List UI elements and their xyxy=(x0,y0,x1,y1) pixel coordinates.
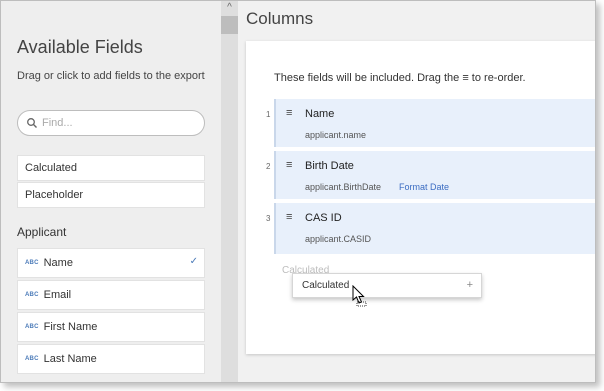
field-item-label: First Name xyxy=(43,321,98,333)
text-type-icon: ABC xyxy=(25,292,39,298)
dragged-field-label: Calculated xyxy=(302,280,350,291)
field-item-first-name[interactable]: ABC First Name xyxy=(17,312,205,342)
field-item-calculated[interactable]: Calculated xyxy=(17,155,205,181)
column-path: applicant.BirthDate xyxy=(305,182,382,192)
field-item-label: Last Name xyxy=(43,353,97,365)
check-icon: ✓ xyxy=(189,256,198,267)
field-item-label: Name xyxy=(43,257,73,269)
available-fields-panel: Available Fields Drag or click to add fi… xyxy=(1,1,221,382)
move-cursor-icon xyxy=(352,285,367,307)
column-path: applicant.CASID xyxy=(305,234,372,244)
column-number: 3 xyxy=(266,214,271,223)
available-fields-subtitle: Drag or click to add fields to the expor… xyxy=(17,70,205,82)
scrollbar-thumb[interactable] xyxy=(221,16,238,34)
chevron-up-icon[interactable]: ^ xyxy=(224,3,235,13)
column-number: 2 xyxy=(266,162,271,171)
column-path: applicant.name xyxy=(305,130,367,140)
column-row-name[interactable]: ≡ Name applicant.name xyxy=(274,99,595,147)
field-item-label: Email xyxy=(43,289,72,301)
drag-handle-icon[interactable]: ≡ xyxy=(286,108,296,119)
field-item-label: Placeholder xyxy=(25,189,84,201)
column-row-cas-id[interactable]: ≡ CAS ID applicant.CASID xyxy=(274,203,595,254)
export-builder-window: Available Fields Drag or click to add fi… xyxy=(0,0,596,383)
column-number: 1 xyxy=(266,110,271,119)
column-row-birth-date[interactable]: ≡ Birth Date applicant.BirthDate Format … xyxy=(274,151,595,199)
drag-handle-icon[interactable]: ≡ xyxy=(286,212,296,223)
field-item-name[interactable]: ABC Name ✓ xyxy=(17,248,205,278)
search-icon xyxy=(27,118,37,128)
dragged-field-chip[interactable]: Calculated + xyxy=(292,273,482,298)
left-panel-scrollbar[interactable]: ^ xyxy=(221,1,238,382)
text-type-icon: ABC xyxy=(25,324,39,330)
drag-handle-icon[interactable]: ≡ xyxy=(286,160,296,171)
search-input[interactable] xyxy=(42,115,192,131)
columns-title: Columns xyxy=(246,9,314,28)
text-type-icon: ABC xyxy=(25,356,39,362)
find-field-search[interactable] xyxy=(17,110,205,136)
field-item-label: Calculated xyxy=(25,162,77,174)
field-item-email[interactable]: ABC Email xyxy=(17,280,205,310)
field-item-last-name[interactable]: ABC Last Name xyxy=(17,344,205,374)
text-type-icon: ABC xyxy=(25,260,39,266)
available-fields-title: Available Fields xyxy=(17,37,143,57)
column-name: Birth Date xyxy=(305,160,354,172)
field-item-placeholder[interactable]: Placeholder xyxy=(17,182,205,208)
column-name: CAS ID xyxy=(305,212,342,224)
applicant-section-title: Applicant xyxy=(17,225,67,239)
columns-hint: These fields will be included. Drag the … xyxy=(274,72,526,84)
column-name: Name xyxy=(305,108,335,120)
plus-icon: + xyxy=(466,279,473,291)
format-date-link[interactable]: Format Date xyxy=(399,182,449,192)
